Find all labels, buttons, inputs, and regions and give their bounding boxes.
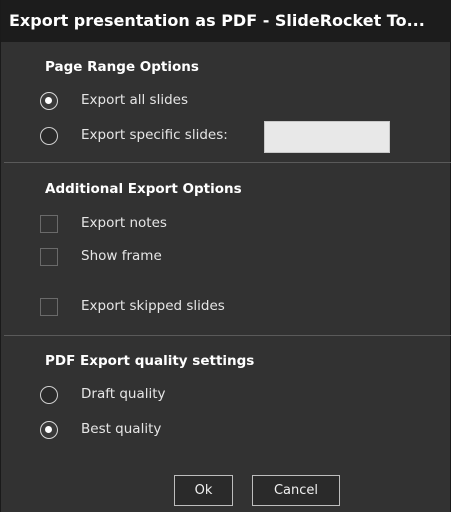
section-divider [4,335,451,336]
checkbox-show-frame[interactable] [40,248,58,266]
radio-export-all-slides[interactable] [40,92,58,110]
export-pdf-dialog: Export presentation as PDF - SlideRocket… [0,0,451,512]
cancel-button[interactable]: Cancel [252,475,340,506]
quality-heading: PDF Export quality settings [45,353,255,369]
show-frame-label[interactable]: Show frame [81,248,162,264]
export-specific-slides-label[interactable]: Export specific slides: [81,127,228,143]
best-quality-label[interactable]: Best quality [81,421,161,437]
export-all-slides-label[interactable]: Export all slides [81,92,188,108]
additional-options-heading: Additional Export Options [45,181,242,197]
page-range-heading: Page Range Options [45,59,199,75]
ok-button[interactable]: Ok [174,475,233,506]
checkbox-export-notes[interactable] [40,215,58,233]
checkbox-export-skipped-slides[interactable] [40,298,58,316]
specific-slides-input[interactable] [264,121,390,153]
section-divider [4,162,451,163]
radio-draft-quality[interactable] [40,386,58,404]
draft-quality-label[interactable]: Draft quality [81,386,166,402]
export-skipped-slides-label[interactable]: Export skipped slides [81,298,225,314]
radio-best-quality[interactable] [40,421,58,439]
radio-selected-dot [45,97,52,104]
dialog-title: Export presentation as PDF - SlideRocket… [1,0,451,42]
export-notes-label[interactable]: Export notes [81,215,167,231]
radio-selected-dot [45,426,52,433]
radio-export-specific-slides[interactable] [40,127,58,145]
